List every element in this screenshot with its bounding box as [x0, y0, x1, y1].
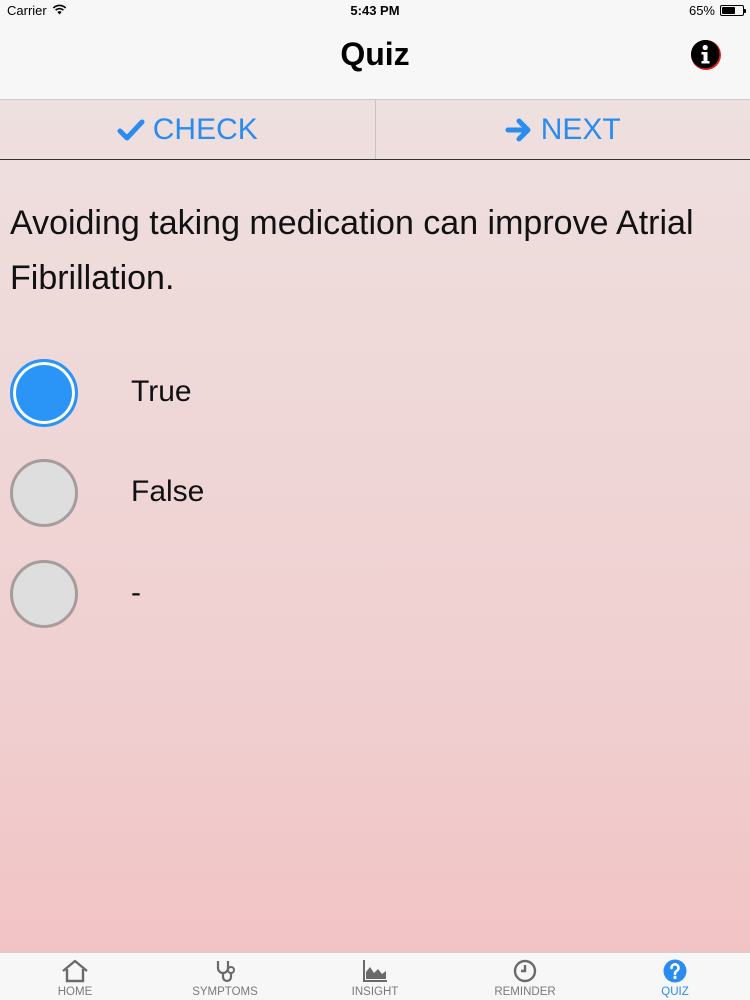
checkmark-icon [117, 119, 145, 140]
radio-button[interactable] [10, 560, 78, 628]
tab-bar: HOME SYMPTOMS INSIGHT REMINDER QUIZ [0, 952, 750, 1000]
option-label: - [131, 576, 141, 609]
tab-label: HOME [57, 986, 93, 998]
arrow-right-icon [505, 118, 531, 141]
page-title: Quiz [340, 36, 410, 72]
tab-label: REMINDER [494, 986, 556, 998]
navigation-bar: Quiz [0, 22, 750, 100]
tab-label: QUIZ [661, 986, 689, 998]
radio-button[interactable] [10, 459, 78, 527]
check-button[interactable]: CHECK [0, 100, 376, 159]
radio-button-selected[interactable] [10, 359, 78, 427]
chart-icon [363, 960, 387, 982]
info-icon[interactable] [690, 39, 722, 71]
next-label: NEXT [540, 112, 621, 146]
tab-symptoms[interactable]: SYMPTOMS [150, 953, 300, 1000]
tab-quiz[interactable]: QUIZ [600, 953, 750, 1000]
status-time: 5:43 PM [350, 3, 400, 18]
status-bar: Carrier 5:43 PM 65% [0, 0, 750, 22]
next-button[interactable]: NEXT [376, 100, 750, 159]
stethoscope-icon [216, 961, 235, 983]
tab-label: SYMPTOMS [192, 986, 258, 998]
battery-fill [722, 7, 735, 14]
tab-reminder[interactable]: REMINDER [450, 953, 600, 1000]
quiz-toolbar: CHECK NEXT [0, 100, 750, 160]
clock-icon [513, 959, 537, 983]
question-icon [663, 959, 687, 983]
question-text: Avoiding taking medication can improve A… [10, 204, 694, 297]
option-label: False [131, 475, 205, 508]
home-icon [62, 959, 88, 983]
tab-insight[interactable]: INSIGHT [300, 953, 450, 1000]
option-label: True [131, 375, 192, 408]
option-false[interactable]: False [10, 459, 710, 527]
battery-icon [720, 5, 746, 16]
check-label: CHECK [152, 112, 258, 146]
option-true[interactable]: True [10, 359, 710, 427]
option-dash[interactable]: - [10, 560, 710, 628]
tab-label: INSIGHT [351, 986, 399, 998]
battery-percent: 65% [688, 3, 715, 18]
status-right: 65% [688, 3, 746, 18]
tab-home[interactable]: HOME [0, 953, 150, 1000]
quiz-content: CHECK NEXT Avoiding taking medication ca… [0, 100, 750, 952]
